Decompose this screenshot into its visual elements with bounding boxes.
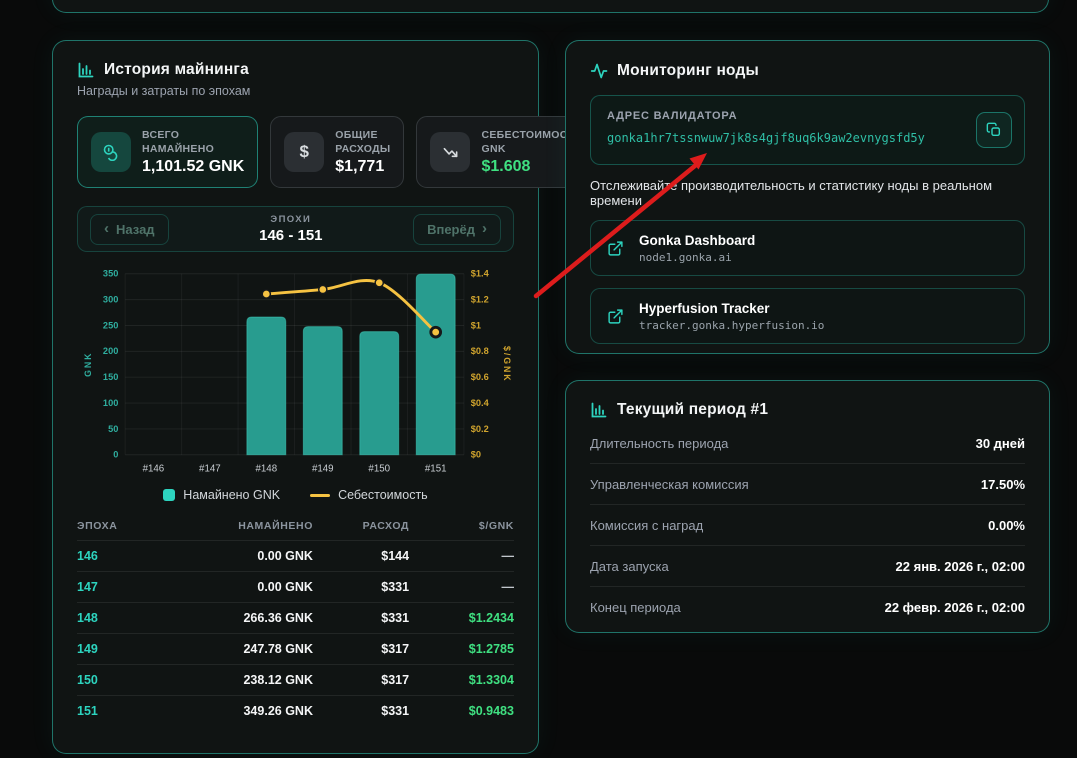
stat-value: 1,101.52 GNK [142,158,244,176]
svg-text:350: 350 [103,269,118,279]
external-link-icon [607,308,624,325]
link-url: node1.gonka.ai [639,251,755,264]
stat-value: $1,771 [335,158,390,176]
validator-address-card: АДРЕС ВАЛИДАТОРА gonka1hr7tssnwuw7jk8s4g… [590,95,1025,165]
svg-text:GNK: GNK [83,352,93,377]
activity-icon [590,62,608,80]
node-monitoring-panel: Мониторинг ноды АДРЕС ВАЛИДАТОРА gonka1h… [565,40,1050,354]
link-card-gonka-dashboard[interactable]: Gonka Dashboard node1.gonka.ai [590,220,1025,276]
svg-text:$0.8: $0.8 [471,346,489,356]
top-panel-partial [52,0,1049,13]
copy-address-button[interactable] [976,112,1012,148]
link-url: tracker.gonka.hyperfusion.io [639,319,824,332]
epoch-navigation: ‹ Назад ЭПОХИ 146 - 151 Вперёд › [77,206,514,252]
chevron-right-icon: › [482,224,487,234]
svg-text:$1: $1 [471,320,481,330]
svg-text:$1.2: $1.2 [471,295,489,305]
trending-down-icon [430,132,470,172]
svg-text:300: 300 [103,295,118,305]
link-title: Hyperfusion Tracker [639,301,824,316]
chart-legend: Намайнено GNK Себестоимость [77,488,514,502]
period-row: Дата запуска 22 янв. 2026 г., 02:00 [590,546,1025,587]
stat-cards: ВСЕГО НАМАЙНЕНО 1,101.52 GNK $ ОБЩИЕ РАС… [77,116,514,188]
bar-swatch-icon [163,489,175,501]
period-row: Конец периода 22 февр. 2026 г., 02:00 [590,587,1025,628]
svg-text:#147: #147 [199,463,221,474]
svg-text:200: 200 [103,346,118,356]
svg-text:250: 250 [103,320,118,330]
epochs-range: 146 - 151 [259,227,322,244]
table-row: 151 349.26 GNK $331 $0.9483 [77,695,514,726]
epochs-caption: ЭПОХИ [259,214,322,225]
svg-text:#150: #150 [368,463,390,474]
svg-text:#148: #148 [256,463,278,474]
period-row: Управленческая комиссия 17.50% [590,464,1025,505]
table-header-row: ЭПОХА НАМАЙНЕНО РАСХОД $/GNK [77,512,514,540]
coins-icon [91,132,131,172]
svg-text:100: 100 [103,398,118,408]
period-row: Длительность периода 30 дней [590,423,1025,464]
monitoring-description: Отслеживайте производительность и статис… [590,178,1025,208]
panel-title: Мониторинг ноды [617,62,759,80]
epochs-back-button[interactable]: ‹ Назад [90,214,169,245]
mining-chart: 0 50 100 150 200 250 300 350 $0 $0.2 $0.4 $0.6 $0.8 $… [77,264,514,502]
svg-text:$0.2: $0.2 [471,424,489,434]
page-title: История майнинга [104,61,249,79]
panel-subtitle: Награды и затраты по эпохам [77,84,514,98]
chevron-left-icon: ‹ [104,224,109,234]
svg-text:$1.4: $1.4 [471,269,490,279]
svg-text:#151: #151 [425,463,447,474]
table-row: 147 0.00 GNK $331 — [77,571,514,602]
svg-text:0: 0 [113,450,118,460]
legend-item-mined[interactable]: Намайнено GNK [163,488,280,502]
copy-icon [986,122,1002,138]
period-details: Длительность периода 30 дней Управленчес… [590,423,1025,628]
epochs-table: ЭПОХА НАМАЙНЕНО РАСХОД $/GNK 146 0.00 GN… [77,512,514,726]
svg-text:$0: $0 [471,450,481,460]
external-link-icon [607,240,624,257]
stat-card-total-costs: $ ОБЩИЕ РАСХОДЫ $1,771 [270,116,404,188]
svg-text:150: 150 [103,372,118,382]
table-row: 149 247.78 GNK $317 $1.2785 [77,633,514,664]
svg-text:$/GNK: $/GNK [502,346,512,382]
validator-address: gonka1hr7tssnwuw7jk8s4gjf8uq6k9aw2evnygs… [607,131,964,145]
svg-text:$0.6: $0.6 [471,372,489,382]
stat-label: ВСЕГО НАМАЙНЕНО [142,128,244,156]
validator-address-label: АДРЕС ВАЛИДАТОРА [607,110,964,122]
current-period-panel: Текущий период #1 Длительность периода 3… [565,380,1050,633]
stat-card-total-mined: ВСЕГО НАМАЙНЕНО 1,101.52 GNK [77,116,258,188]
dollar-icon: $ [284,132,324,172]
link-title: Gonka Dashboard [639,233,755,248]
table-row: 148 266.36 GNK $331 $1.2434 [77,602,514,633]
mining-history-panel: История майнинга Награды и затраты по эп… [52,40,539,754]
svg-text:50: 50 [108,424,118,434]
svg-text:#146: #146 [143,463,165,474]
svg-text:$0.4: $0.4 [471,398,490,408]
line-swatch-icon [310,494,330,497]
epochs-forward-button[interactable]: Вперёд › [413,214,501,245]
table-row: 146 0.00 GNK $144 — [77,540,514,571]
stat-label: ОБЩИЕ РАСХОДЫ [335,128,390,156]
legend-item-cost[interactable]: Себестоимость [310,488,428,502]
panel-title: Текущий период #1 [617,401,768,419]
svg-text:#149: #149 [312,463,334,474]
mining-chart-svg: 0 50 100 150 200 250 300 350 $0 $0.2 $0.4 $0.6 $0.8 $… [77,264,516,484]
bar-chart-icon [590,401,608,419]
link-card-hyperfusion-tracker[interactable]: Hyperfusion Tracker tracker.gonka.hyperf… [590,288,1025,344]
table-row: 150 238.12 GNK $317 $1.3304 [77,664,514,695]
bar-chart-icon [77,61,95,79]
period-row: Комиссия с наград 0.00% [590,505,1025,546]
